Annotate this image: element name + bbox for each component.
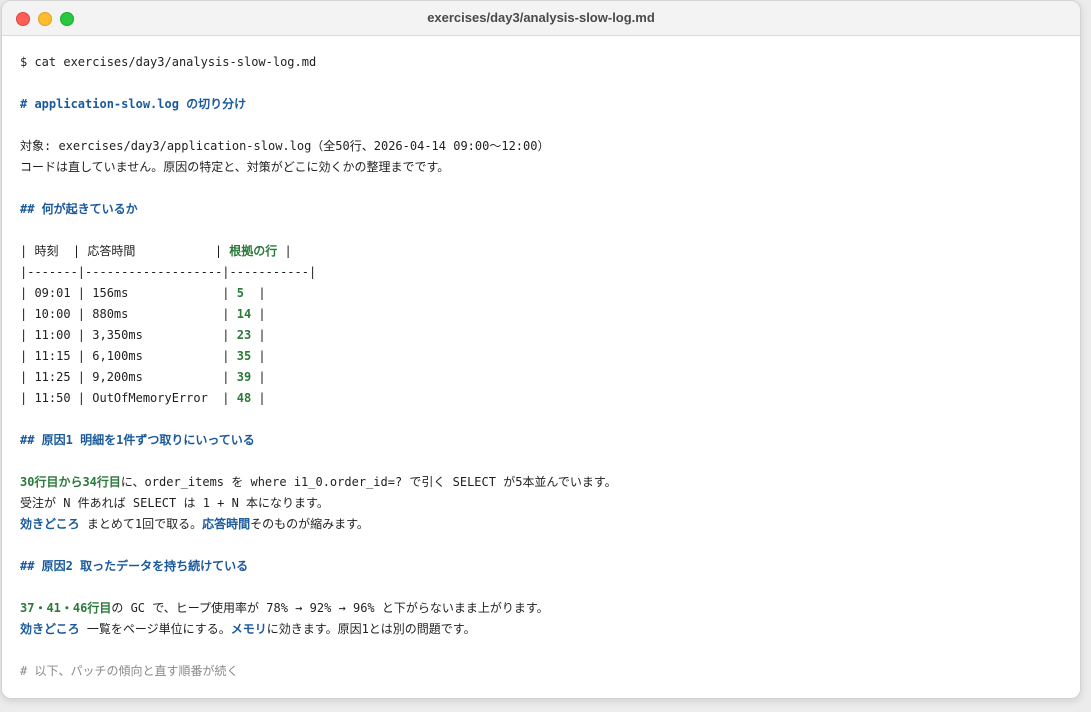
- cause1-text: に、order_items を where i1_0.order_id=? で引…: [120, 475, 617, 489]
- table-row: | 09:01 | 156ms | 5 |: [20, 283, 1062, 304]
- heading-what-happens: ## 何が起きているか: [20, 202, 138, 216]
- cause1-line-ref: 30行目から34行目: [20, 475, 121, 489]
- table-row-end: |: [251, 370, 266, 384]
- table-header-cols: | 時刻 | 応答時間 |: [20, 244, 230, 258]
- table-row-end: |: [251, 328, 266, 342]
- cause1-effect-emphasis: 応答時間: [202, 517, 251, 531]
- cause2-line-2: 効きどころ 一覧をページ単位にする。メモリに効きます。原因1とは別の問題です。: [20, 619, 1062, 640]
- table-separator: |-------|-------------------|-----------…: [20, 265, 317, 279]
- table-row-cells: | 09:01 | 156ms |: [20, 286, 237, 300]
- table-row: | 11:00 | 3,350ms | 23 |: [20, 325, 1062, 346]
- cause1-line-1: 30行目から34行目に、order_items を where i1_0.ord…: [20, 472, 1062, 493]
- target-line: 対象: exercises/day3/application-slow.log（…: [20, 139, 550, 153]
- cause2-line-1: 37・41・46行目の GC で、ヒープ使用率が 78% → 92% → 96%…: [20, 598, 1062, 619]
- command-line: $ cat exercises/day3/analysis-slow-log.m…: [20, 55, 317, 69]
- table-row-cells: | 10:00 | 880ms |: [20, 307, 237, 321]
- table-row-cells: | 11:00 | 3,350ms |: [20, 328, 237, 342]
- table-row-cells: | 11:50 | OutOfMemoryError |: [20, 391, 237, 405]
- heading-cause-2: ## 原因2 取ったデータを持ち続けている: [20, 559, 249, 573]
- table-row-line-ref: 5: [236, 286, 244, 300]
- cause2-line-ref: 37・41・46行目: [20, 601, 112, 615]
- cause1-effect-label: 効きどころ: [20, 517, 80, 531]
- table-row-cells: | 11:25 | 9,200ms |: [20, 370, 237, 384]
- note-line: コードは直していません。原因の特定と、対策がどこに効くかの整理までです。: [20, 160, 450, 174]
- table-header-end: |: [277, 244, 292, 258]
- table-header: | 時刻 | 応答時間 | 根拠の行 |: [20, 241, 1062, 262]
- table-row-end: |: [251, 307, 266, 321]
- table-row-end: |: [243, 286, 266, 300]
- cause1-line-2: 受注が N 件あれば SELECT は 1 + N 本になります。: [20, 496, 329, 510]
- table-row-end: |: [251, 391, 266, 405]
- heading-cause-1: ## 原因1 明細を1件ずつ取りにいっている: [20, 433, 255, 447]
- table-row-line-ref: 48: [236, 391, 252, 405]
- table-row-line-ref: 35: [236, 349, 252, 363]
- table-row: | 10:00 | 880ms | 14 |: [20, 304, 1062, 325]
- terminal-output: $ cat exercises/day3/analysis-slow-log.m…: [2, 36, 1080, 682]
- terminal-window: exercises/day3/analysis-slow-log.md $ ca…: [1, 0, 1081, 699]
- footer-comment: # 以下、パッチの傾向と直す順番が続く: [20, 664, 239, 678]
- table-row: | 11:25 | 9,200ms | 39 |: [20, 367, 1062, 388]
- cause1-effect-tail: そのものが縮みます。: [250, 517, 369, 531]
- table-row: | 11:50 | OutOfMemoryError | 48 |: [20, 388, 1062, 409]
- window-title: exercises/day3/analysis-slow-log.md: [427, 10, 655, 25]
- cause2-effect-text: 一覧をページ単位にする。: [79, 622, 231, 636]
- table-row-line-ref: 23: [236, 328, 252, 342]
- cause1-line-3: 効きどころ まとめて1回で取る。応答時間そのものが縮みます。: [20, 514, 1062, 535]
- table-row: | 11:15 | 6,100ms | 35 |: [20, 346, 1062, 367]
- cause2-text: の GC で、ヒープ使用率が 78% → 92% → 96% と下がらないまま上…: [111, 601, 549, 615]
- title-bar: exercises/day3/analysis-slow-log.md: [2, 1, 1080, 36]
- table-row-line-ref: 39: [236, 370, 252, 384]
- cause2-effect-label: 効きどころ: [20, 622, 80, 636]
- table-row-cells: | 11:15 | 6,100ms |: [20, 349, 237, 363]
- cause2-effect-tail: に効きます。原因1とは別の問題です。: [266, 622, 476, 636]
- cause1-effect-text: まとめて1回で取る。: [79, 517, 203, 531]
- doc-heading-1: # application-slow.log の切り分け: [20, 97, 247, 111]
- table-row-end: |: [251, 349, 266, 363]
- table-row-line-ref: 14: [236, 307, 252, 321]
- table-header-evidence: 根拠の行: [229, 244, 278, 258]
- cause2-effect-emphasis: メモリ: [230, 622, 267, 636]
